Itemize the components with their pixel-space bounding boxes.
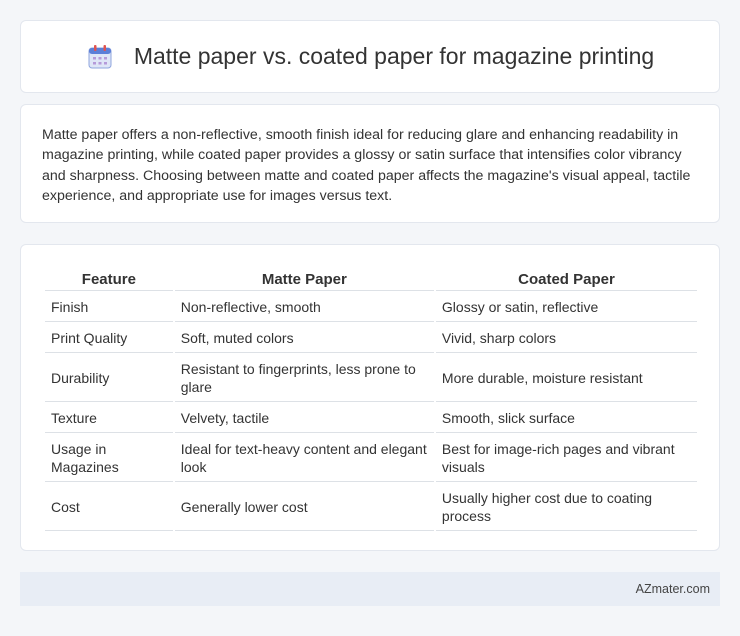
coated-cell: Vivid, sharp colors [435, 324, 697, 353]
footer: AZmater.com [20, 572, 720, 606]
table-row: Texture Velvety, tactile Smooth, slick s… [45, 404, 697, 433]
feature-cell: Print Quality [45, 324, 173, 353]
matte-cell: Soft, muted colors [174, 324, 434, 353]
matte-cell: Non-reflective, smooth [174, 293, 434, 322]
table-header-row: Feature Matte Paper Coated Paper [45, 267, 697, 291]
matte-cell: Resistant to fingerprints, less prone to… [174, 355, 434, 402]
coated-cell: More durable, moisture resistant [435, 355, 697, 402]
intro-card: Matte paper offers a non-reflective, smo… [20, 104, 720, 223]
comparison-table: Feature Matte Paper Coated Paper Finish … [43, 265, 699, 533]
header-matte-paper: Matte Paper [174, 267, 434, 291]
footer-brand: AZmater.com [635, 582, 710, 596]
page-title: Matte paper vs. coated paper for magazin… [133, 43, 655, 69]
matte-cell: Generally lower cost [174, 484, 434, 531]
table-row: Cost Generally lower cost Usually higher… [45, 484, 697, 531]
header-coated-paper: Coated Paper [435, 267, 697, 291]
title-card: Matte paper vs. coated paper for magazin… [20, 20, 720, 93]
feature-cell: Cost [45, 484, 173, 531]
intro-paragraph: Matte paper offers a non-reflective, smo… [42, 127, 691, 205]
comparison-card: Feature Matte Paper Coated Paper Finish … [20, 244, 720, 551]
table-row: Finish Non-reflective, smooth Glossy or … [45, 293, 697, 322]
coated-cell: Glossy or satin, reflective [435, 293, 697, 322]
calendar-icon [86, 43, 114, 71]
header-feature: Feature [45, 267, 173, 291]
table-row: Usage in Magazines Ideal for text-heavy … [45, 435, 697, 482]
matte-cell: Velvety, tactile [174, 404, 434, 433]
feature-cell: Usage in Magazines [45, 435, 173, 482]
table-row: Durability Resistant to fingerprints, le… [45, 355, 697, 402]
feature-cell: Durability [45, 355, 173, 402]
feature-cell: Finish [45, 293, 173, 322]
coated-cell: Smooth, slick surface [435, 404, 697, 433]
coated-cell: Best for image-rich pages and vibrant vi… [435, 435, 697, 482]
table-row: Print Quality Soft, muted colors Vivid, … [45, 324, 697, 353]
matte-cell: Ideal for text-heavy content and elegant… [174, 435, 434, 482]
coated-cell: Usually higher cost due to coating proce… [435, 484, 697, 531]
feature-cell: Texture [45, 404, 173, 433]
